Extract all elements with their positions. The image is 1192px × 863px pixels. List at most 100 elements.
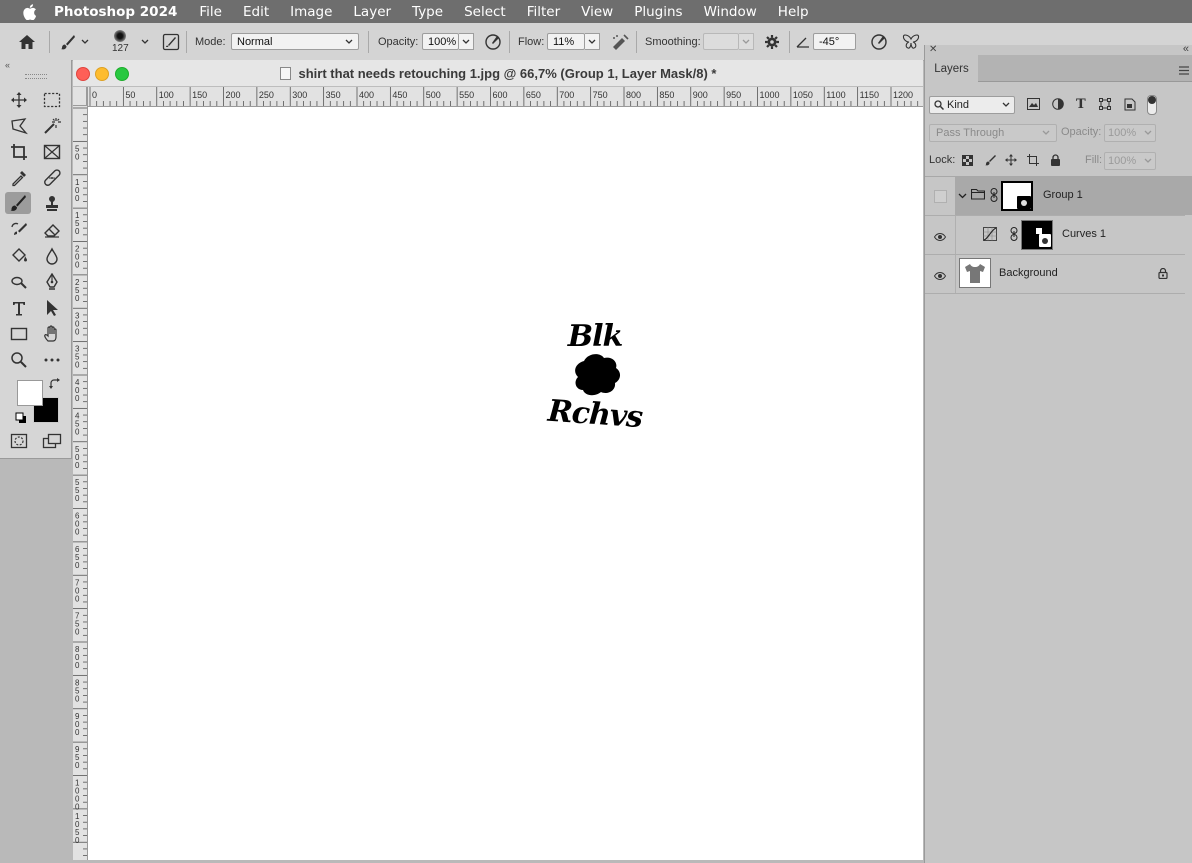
rectangle-tool-icon[interactable] [6,323,32,345]
menu-file[interactable]: File [199,4,222,20]
minimize-window-button[interactable] [95,67,109,81]
pen-tool-icon[interactable] [39,271,65,293]
marquee-tool-icon[interactable] [39,89,65,111]
menu-image[interactable]: Image [290,4,332,20]
smoothing-settings-gear-icon[interactable] [764,23,780,60]
layer-row-curves-1[interactable]: Curves 1 [925,216,1185,255]
horizontal-ruler[interactable]: 0 50 100 150 200 250 300 350 400 450 500 550 600 650 7… [87,87,923,107]
filter-adjustment-layers-icon[interactable] [1052,98,1064,113]
brush-size-picker[interactable]: 127 [112,23,129,60]
menu-help[interactable]: Help [778,4,809,20]
foreground-color-swatch[interactable] [17,380,43,406]
layer-filter-kind-select[interactable]: Kind [929,96,1015,114]
lasso-tool-icon[interactable] [6,115,32,137]
document-title-bar[interactable]: shirt that needs retouching 1.jpg @ 66,7… [73,60,923,87]
lock-artboard-icon[interactable] [1027,154,1039,169]
layer-name[interactable]: Group 1 [1043,189,1083,201]
crop-tool-icon[interactable] [6,141,32,163]
eye-icon[interactable] [933,269,947,283]
brush-angle-input[interactable]: -45° [813,33,856,50]
default-colors-icon[interactable] [15,412,27,427]
layer-row-group-1[interactable]: Group 1 [925,177,1192,216]
flow-dropdown-icon[interactable] [585,33,600,50]
clone-stamp-tool-icon[interactable] [39,193,65,215]
curves-mask-thumbnail[interactable] [1021,220,1053,250]
mask-link-icon[interactable] [990,188,998,205]
brush-settings-panel-icon[interactable] [162,23,180,60]
magic-wand-tool-icon[interactable] [39,115,65,137]
filter-toggle-switch[interactable] [1147,95,1157,115]
panel-close-icon[interactable]: ✕ [929,44,937,55]
filter-smart-objects-icon[interactable] [1124,98,1136,114]
path-selection-tool-icon[interactable] [39,297,65,319]
layer-name[interactable]: Curves 1 [1062,228,1106,240]
dodge-tool-icon[interactable] [6,271,32,293]
brush-tool-icon[interactable] [5,192,31,214]
tools-panel-collapse-icon[interactable]: « [5,60,10,70]
eye-icon[interactable] [933,230,947,244]
menu-window[interactable]: Window [704,4,757,20]
quick-mask-icon[interactable] [6,430,32,452]
background-layer-thumbnail[interactable] [959,258,991,288]
swap-colors-icon[interactable] [49,378,61,393]
menu-layer[interactable]: Layer [353,4,391,20]
menu-edit[interactable]: Edit [243,4,269,20]
zoom-tool-icon[interactable] [6,349,32,371]
move-tool-icon[interactable] [6,89,32,111]
blur-tool-icon[interactable] [39,245,65,267]
history-brush-tool-icon[interactable] [6,219,32,241]
filter-pixel-layers-icon[interactable] [1027,98,1040,113]
panel-menu-icon[interactable] [1179,64,1189,78]
layer-row-background[interactable]: Background [925,255,1185,294]
app-name-menu[interactable]: Photoshop 2024 [54,4,177,20]
home-icon[interactable] [18,23,36,60]
pressure-size-icon[interactable] [870,23,888,60]
layer-name[interactable]: Background [999,267,1058,279]
document-canvas[interactable]: Blk Rchvs [88,107,923,860]
lock-image-pixels-icon[interactable] [984,154,996,169]
hand-tool-icon[interactable] [39,323,65,345]
eraser-tool-icon[interactable] [39,219,65,241]
tab-layers[interactable]: Layers [925,55,978,82]
healing-brush-tool-icon[interactable] [39,167,65,189]
menu-filter[interactable]: Filter [527,4,560,20]
layer-mask-thumbnail[interactable] [1001,181,1033,211]
type-tool-icon[interactable] [6,297,32,319]
symmetry-butterfly-icon[interactable] [902,23,920,60]
airbrush-icon[interactable] [610,23,630,60]
close-window-button[interactable] [76,67,90,81]
folder-icon [970,188,986,203]
menu-type[interactable]: Type [412,4,443,20]
layer-visibility-toggle-empty[interactable] [934,190,947,203]
edit-toolbar-more-icon[interactable] [39,349,65,371]
lock-transparent-pixels-icon[interactable] [962,155,973,169]
paint-bucket-tool-icon[interactable] [6,245,32,267]
menu-plugins[interactable]: Plugins [634,4,682,20]
opacity-dropdown-icon[interactable] [459,33,474,50]
frame-tool-icon[interactable] [39,141,65,163]
lock-position-icon[interactable] [1005,154,1017,169]
brush-picker-dropdown-icon[interactable] [141,23,149,60]
eyedropper-tool-icon[interactable] [6,167,32,189]
filter-type-layers-icon[interactable]: T [1076,97,1086,112]
lock-all-icon[interactable] [1050,154,1061,169]
pressure-opacity-icon[interactable] [484,23,502,60]
ruler-origin-corner[interactable] [73,87,87,106]
group-expand-chevron-icon[interactable] [958,189,967,203]
panel-collapse-icon[interactable]: « [1183,43,1189,55]
brush-tool-preset-icon[interactable] [60,23,89,60]
apple-icon[interactable] [20,3,40,20]
flow-input[interactable]: 11% [547,33,585,50]
opacity-input[interactable]: 100% [422,33,459,50]
vertical-ruler[interactable]: 50 100 150 200 250 300 350 400 450 500 550 600 650 70… [73,87,88,860]
mode-select[interactable]: Normal [231,33,359,50]
screen-mode-icon[interactable] [39,430,65,452]
tools-panel-grip[interactable] [25,74,47,79]
filter-shape-layers-icon[interactable] [1099,98,1111,113]
menu-view[interactable]: View [581,4,613,20]
zoom-window-button[interactable] [115,67,129,81]
mask-link-icon[interactable] [1010,227,1018,244]
layer-locked-icon[interactable] [1158,267,1168,282]
brush-angle-icon [796,23,810,60]
menu-select[interactable]: Select [464,4,506,20]
